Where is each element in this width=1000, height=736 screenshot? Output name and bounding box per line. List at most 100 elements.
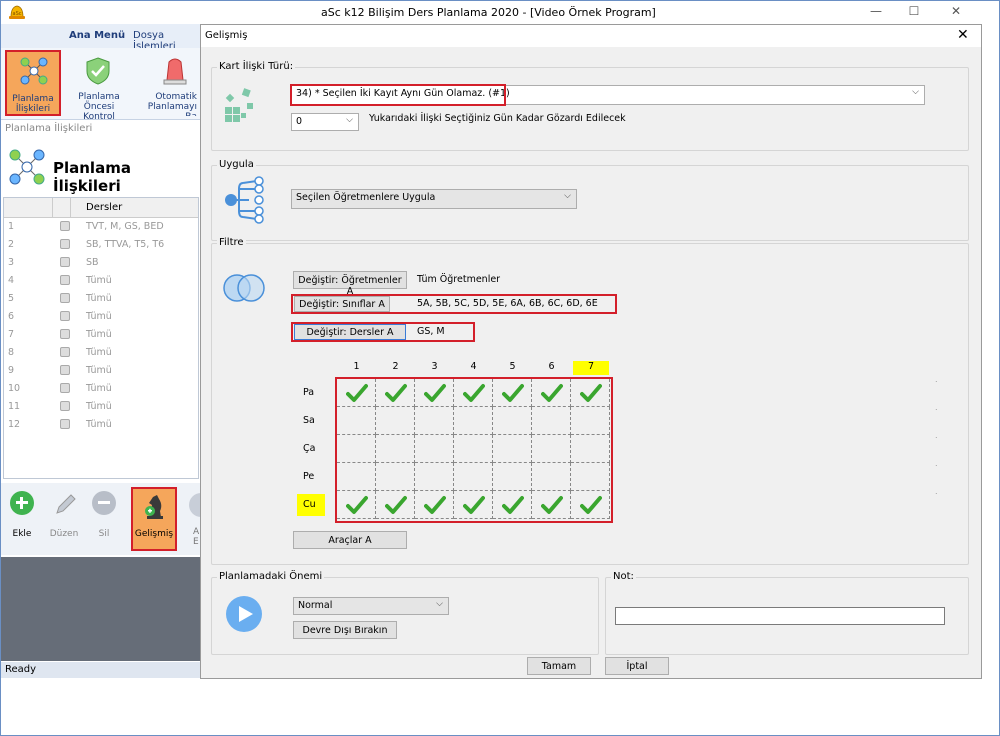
column-header[interactable]: 1 xyxy=(337,361,376,375)
row-lessons: Tümü xyxy=(86,329,112,340)
column-header[interactable]: 3 xyxy=(415,361,454,375)
araclar-button[interactable]: Araçlar A xyxy=(293,531,407,549)
table-row[interactable]: 5 Tümü xyxy=(4,290,198,308)
ekle-button[interactable]: Ekle xyxy=(5,489,39,549)
dialog-close-button[interactable]: ✕ xyxy=(957,27,969,43)
table-row[interactable]: 10 Tümü xyxy=(4,380,198,398)
highlight-kart-type xyxy=(290,84,506,106)
table-row[interactable]: 3 SB xyxy=(4,254,198,272)
table-row[interactable]: 11 Tümü xyxy=(4,398,198,416)
svg-text:aSc: aSc xyxy=(13,11,22,17)
otomatik-planlama-button[interactable]: OtomatikPlanlamayı Ba xyxy=(137,50,199,116)
row-lessons: Tümü xyxy=(86,275,112,286)
lessons-value: GS, M xyxy=(417,326,445,337)
row-number: 8 xyxy=(8,347,15,358)
minimize-button[interactable]: — xyxy=(861,4,891,22)
row-type-icon xyxy=(60,365,70,375)
row-lessons: SB, TTVA, T5, T6 xyxy=(86,239,165,250)
row-type-icon xyxy=(60,311,70,321)
row-lessons: Tümü xyxy=(86,419,112,430)
table-header: Dersler xyxy=(4,198,198,218)
degistir-ogretmenler-button[interactable]: Değiştir: Öğretmenler A xyxy=(293,271,407,297)
row-header[interactable]: Cu xyxy=(297,494,325,516)
column-header[interactable]: 4 xyxy=(454,361,493,375)
row-lessons: Tümü xyxy=(86,293,112,304)
row-number: 12 xyxy=(8,419,21,430)
apply-tree-icon xyxy=(225,176,264,224)
table-row[interactable]: 2 SB, TTVA, T5, T6 xyxy=(4,236,198,254)
sil-button[interactable]: Sil xyxy=(87,489,121,549)
dot-1: . xyxy=(935,375,938,384)
row-lessons: Tümü xyxy=(86,311,112,322)
check-shield-icon xyxy=(86,57,110,85)
chess-knight-icon xyxy=(145,495,163,519)
ribbon: Planlama İlişkileri Planlama Öncesi Kontro… xyxy=(1,48,201,122)
remove-icon xyxy=(92,491,116,515)
dot-5: . xyxy=(935,487,938,496)
column-header[interactable]: 2 xyxy=(376,361,415,375)
column-header[interactable]: 6 xyxy=(532,361,571,375)
row-number: 6 xyxy=(8,311,15,322)
row-type-icon xyxy=(60,401,70,411)
venn-filter-icon xyxy=(223,274,265,302)
uygula-select[interactable]: Seçilen Öğretmenlere Uygula ⌵ xyxy=(291,189,577,209)
row-number: 1 xyxy=(8,221,15,232)
filtre-label: Filtre xyxy=(217,237,246,248)
table-row[interactable]: 6 Tümü xyxy=(4,308,198,326)
row-number: 11 xyxy=(8,401,21,412)
row-number: 2 xyxy=(8,239,15,250)
tamam-button[interactable]: Tamam xyxy=(527,657,591,675)
not-label: Not: xyxy=(611,571,636,582)
row-type-icon xyxy=(60,347,70,357)
column-header[interactable]: 5 xyxy=(493,361,532,375)
chevron-down-icon: ⌵ xyxy=(346,115,353,125)
header-dersler[interactable]: Dersler xyxy=(86,202,122,213)
row-lessons: SB xyxy=(86,257,99,268)
maximize-button[interactable]: ☐ xyxy=(899,4,929,22)
onem-select[interactable]: Normal ⌵ xyxy=(293,597,449,615)
play-icon xyxy=(226,596,262,632)
row-lessons: TVT, M, GS, BED xyxy=(86,221,164,232)
gelismis-label: Gelişmiş xyxy=(134,529,174,539)
column-header[interactable]: 7 xyxy=(573,361,609,375)
dialog-title: Gelişmiş xyxy=(205,30,248,41)
row-header[interactable]: Pe xyxy=(297,463,325,491)
table-row[interactable]: 7 Tümü xyxy=(4,326,198,344)
left-toolbar: Ekle Düzen Sil Gelişmiş A E xyxy=(1,483,203,555)
gelismis-button[interactable]: Gelişmiş xyxy=(131,487,177,551)
planlama-iliskileri-button[interactable]: Planlama İlişkileri xyxy=(5,50,61,116)
table-row[interactable]: 9 Tümü xyxy=(4,362,198,380)
duzen-button[interactable]: Düzen xyxy=(47,489,81,549)
degistir-dersler-button[interactable]: Değiştir: Dersler A xyxy=(294,324,406,340)
iptal-button[interactable]: İptal xyxy=(605,657,669,675)
table-row[interactable]: 8 Tümü xyxy=(4,344,198,362)
row-number: 3 xyxy=(8,257,15,268)
row-header[interactable]: Pa xyxy=(297,379,325,407)
tab-ana-menu[interactable]: Ana Menü xyxy=(69,30,125,41)
not-input[interactable] xyxy=(615,607,945,625)
window-title: aSc k12 Bilişim Ders Planlama 2020 - [Vi… xyxy=(321,6,656,19)
breadcrumb: Planlama İlişkileri xyxy=(5,123,93,134)
degistir-siniflar-button[interactable]: Değiştir: Sınıflar A xyxy=(294,296,390,312)
row-number: 9 xyxy=(8,365,15,376)
uygula-value: Seçilen Öğretmenlere Uygula xyxy=(296,192,436,203)
table-row[interactable]: 1 TVT, M, GS, BED xyxy=(4,218,198,236)
onem-group xyxy=(211,577,599,655)
row-lessons: Tümü xyxy=(86,365,112,376)
chevron-down-icon: ⌵ xyxy=(912,87,919,97)
table-row[interactable]: 4 Tümü xyxy=(4,272,198,290)
partial-label2: E xyxy=(193,537,199,547)
table-row[interactable]: 12 Tümü xyxy=(4,416,198,434)
devre-disi-button[interactable]: Devre Dışı Bırakın xyxy=(293,621,397,639)
gelismis-dialog: Gelişmiş ✕ Kart İlişki Türü: 34) * Seçil… xyxy=(200,24,982,679)
classes-value: 5A, 5B, 5C, 5D, 5E, 6A, 6B, 6C, 6D, 6E xyxy=(417,298,598,309)
chevron-down-icon: ⌵ xyxy=(436,599,443,609)
row-header[interactable]: Ça xyxy=(297,435,325,463)
relations-large-icon xyxy=(9,149,45,185)
ignore-days-select[interactable]: 0 ⌵ xyxy=(291,113,359,131)
close-button[interactable]: ✕ xyxy=(941,4,971,22)
panel-title: Planlama İlişkileri xyxy=(53,159,131,195)
row-header[interactable]: Sa xyxy=(297,407,325,435)
planlama-oncesi-kontrol-button[interactable]: Planlama Öncesi Kontrol xyxy=(67,50,131,122)
row-type-icon xyxy=(60,329,70,339)
